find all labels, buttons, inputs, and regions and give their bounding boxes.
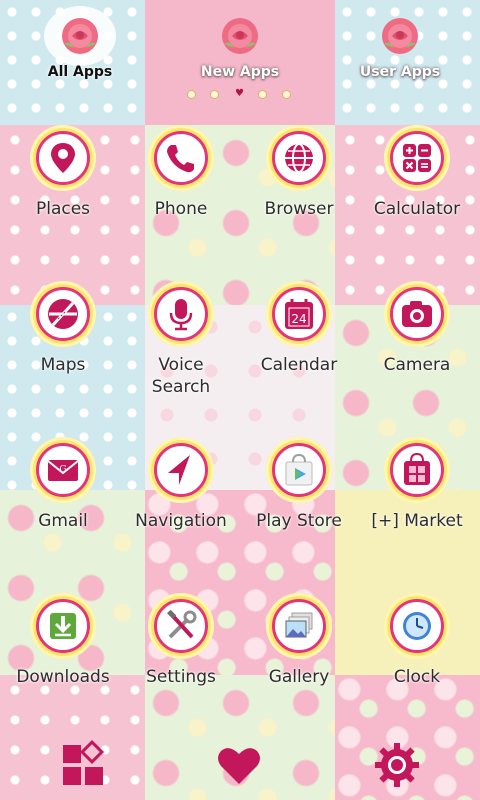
navigation-arrow-icon: [168, 455, 190, 485]
map-pin-icon: [51, 143, 75, 173]
current-page-heart-icon[interactable]: ♥: [234, 88, 245, 99]
tab-new-apps[interactable]: New Apps: [160, 0, 320, 100]
app-settings[interactable]: Settings: [121, 588, 241, 738]
globe-icon: [285, 143, 313, 173]
page-dot[interactable]: [187, 90, 196, 99]
app-label: [+] Market: [371, 511, 463, 531]
clock-icon: [403, 612, 431, 640]
app-label: Maps: [40, 355, 86, 375]
bottom-dock: [0, 720, 480, 800]
gmail-letter: G: [59, 465, 66, 475]
app-camera[interactable]: Camera: [357, 276, 477, 426]
calendar-icon: 24: [285, 299, 313, 329]
camera-icon: [402, 301, 432, 327]
app-calendar[interactable]: 24 Calendar: [239, 276, 359, 426]
app-grid: Places Phone Browser Calculator Maps Voi…: [0, 120, 480, 700]
app-label: Calendar: [260, 355, 338, 375]
app-label: Places: [35, 199, 91, 219]
app-play-store[interactable]: Play Store: [239, 432, 359, 582]
app-grid-icon[interactable]: [58, 740, 108, 790]
rose-icon: [62, 18, 98, 54]
app-label: Calculator: [373, 199, 461, 219]
app-places[interactable]: Places: [3, 120, 123, 270]
app-voice-search[interactable]: Voice Search: [121, 276, 241, 426]
tab-label: User Apps: [359, 64, 441, 80]
download-arrow-icon: [50, 613, 76, 639]
map-road-icon: [48, 299, 78, 329]
photo-gallery-icon: [285, 612, 313, 638]
app-label: Phone: [154, 199, 208, 219]
calculator-icon: [403, 144, 431, 172]
page-dot[interactable]: [258, 90, 267, 99]
gear-icon[interactable]: [372, 740, 422, 790]
tab-all-apps[interactable]: All Apps: [0, 0, 160, 100]
app-label: Gmail: [38, 511, 88, 531]
heart-icon[interactable]: [214, 740, 264, 790]
shopping-bag-play-icon: [285, 453, 313, 486]
app-label: Downloads: [16, 667, 110, 687]
app-downloads[interactable]: Downloads: [3, 588, 123, 738]
rose-icon: [222, 18, 258, 54]
app-label: Clock: [393, 667, 441, 687]
app-label: Play Store: [256, 511, 342, 531]
tools-icon: [167, 609, 197, 639]
market-bag-icon: [404, 452, 430, 485]
page-dot[interactable]: [210, 90, 219, 99]
page-indicator: ♥: [185, 88, 295, 100]
app-gmail[interactable]: G Gmail: [3, 432, 123, 582]
app-label: Navigation: [135, 511, 227, 531]
app-label: Settings: [146, 667, 216, 687]
tab-label: All Apps: [47, 64, 113, 80]
page-dot[interactable]: [282, 90, 291, 99]
rose-icon: [382, 18, 418, 54]
app-navigation[interactable]: Navigation: [121, 432, 241, 582]
app-label: Gallery: [268, 667, 330, 687]
phone-handset-icon: [167, 145, 194, 173]
app-phone[interactable]: Phone: [121, 120, 241, 270]
app-clock[interactable]: Clock: [357, 588, 477, 738]
microphone-icon: [169, 299, 193, 331]
app-label: Browser: [264, 199, 334, 219]
envelope-icon: G: [47, 460, 79, 481]
app-maps[interactable]: Maps: [3, 276, 123, 426]
app-calculator[interactable]: Calculator: [357, 120, 477, 270]
app-label: Voice Search: [151, 355, 211, 397]
calendar-date: 24: [291, 312, 306, 326]
app-drawer-tabs: All Apps New Apps User Apps: [0, 0, 480, 120]
tab-label: New Apps: [200, 64, 280, 80]
app-gallery[interactable]: Gallery: [239, 588, 359, 738]
app-browser[interactable]: Browser: [239, 120, 359, 270]
app-market[interactable]: [+] Market: [357, 432, 477, 582]
app-label: Camera: [383, 355, 451, 375]
tab-user-apps[interactable]: User Apps: [320, 0, 480, 100]
